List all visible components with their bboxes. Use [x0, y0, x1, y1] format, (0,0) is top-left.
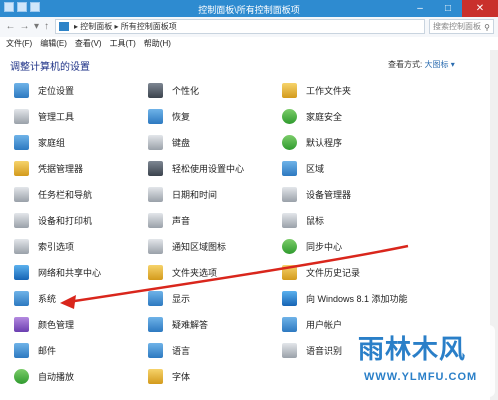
watermark-url: WWW.YLMFU.COM — [364, 371, 478, 383]
watermark-logo: 雨林木风 — [358, 335, 467, 365]
control-panel-window: 控制面板\所有控制面板项 – □ ✕ ← → ▾ ↑ ▸ 控制面板 ▸ 所有控制… — [0, 0, 498, 400]
watermark: 雨林木风 WWW.YLMFU.COM — [350, 325, 495, 397]
